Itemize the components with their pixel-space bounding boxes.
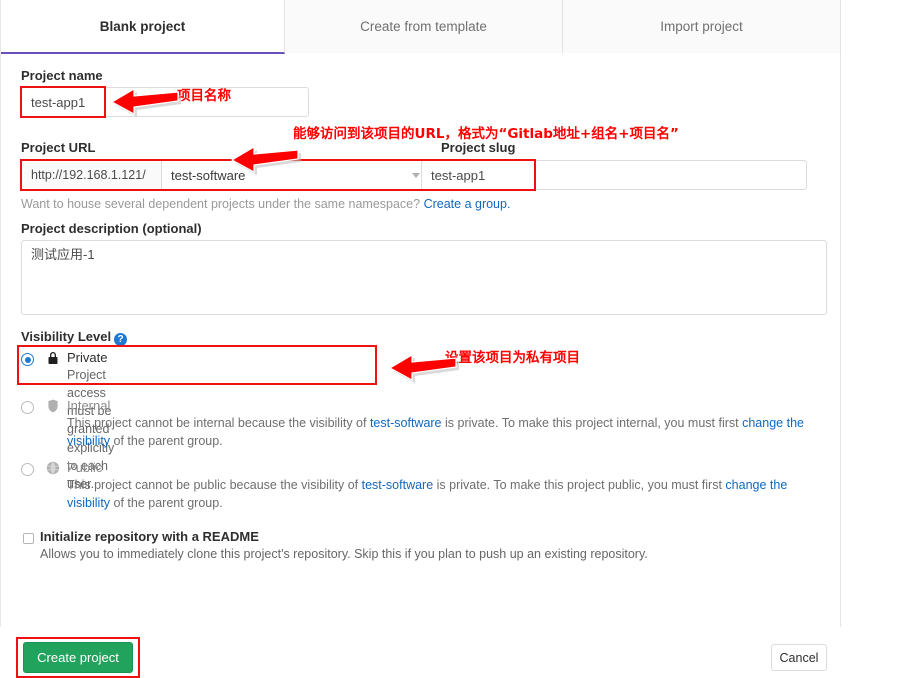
tab-blank-project-label: Blank project (99, 18, 186, 34)
internal-desc-part1: This project cannot be internal because … (67, 416, 370, 430)
visibility-desc-internal: This project cannot be internal because … (67, 414, 811, 450)
tab-create-from-template[interactable]: Create from template (285, 0, 563, 53)
namespace-select-value: test-software (171, 167, 246, 183)
visibility-title-public: Public (67, 460, 103, 475)
tab-import-project-label: Import project (660, 19, 743, 34)
project-type-tabs: Blank project Create from template Impor… (1, 0, 841, 54)
content-panel: Blank project Create from template Impor… (1, 0, 841, 678)
project-description-input[interactable]: 测试应用-1 (21, 240, 827, 315)
internal-desc-part2: is private. To make this project interna… (441, 416, 743, 430)
visibility-radio-public[interactable] (21, 463, 34, 476)
project-slug-label: Project slug (441, 140, 516, 155)
shield-icon (45, 398, 61, 414)
project-url-prefix: http://192.168.1.121/ (21, 160, 161, 190)
project-name-input[interactable] (21, 87, 309, 117)
public-desc-part1: This project cannot be public because th… (67, 478, 362, 492)
annotation-visibility: 设置该项目为私有项目 (445, 350, 580, 366)
question-mark-icon[interactable]: ? (114, 333, 128, 346)
internal-desc-part3: of the parent group. (110, 434, 223, 449)
new-project-page: Blank project Create from template Impor… (0, 0, 918, 678)
create-project-button[interactable]: Create project (23, 642, 133, 673)
public-desc-part2: is private. To make this project public,… (433, 478, 726, 492)
visibility-level-label-text: Visibility Level (21, 329, 112, 344)
tab-create-from-template-label: Create from template (360, 19, 487, 34)
annotation-project-url: 能够访问到该项目的URL，格式为“Gitlab地址+组名+项目名” (293, 126, 679, 142)
project-description-label: Project description (optional) (21, 221, 202, 236)
cancel-button[interactable]: Cancel (771, 644, 827, 671)
visibility-level-label: Visibility Level? (21, 329, 128, 346)
internal-group-link[interactable]: test-software (370, 416, 442, 430)
globe-icon (45, 460, 61, 476)
project-url-label: Project URL (21, 140, 96, 155)
tab-import-project[interactable]: Import project (563, 0, 841, 53)
annotation-project-name: 项目名称 (177, 88, 231, 104)
lock-icon (45, 350, 61, 366)
project-slug-input[interactable] (421, 160, 807, 190)
public-desc-part3: of the parent group. (110, 496, 223, 511)
chevron-down-icon (412, 172, 420, 178)
create-a-group-link[interactable]: Create a group. (424, 197, 511, 211)
namespace-hint-text: Want to house several dependent projects… (21, 197, 421, 211)
visibility-desc-public: This project cannot be public because th… (67, 476, 811, 512)
project-url-row: http://192.168.1.121/ test-software (21, 160, 431, 190)
tab-blank-project[interactable]: Blank project (1, 0, 285, 54)
namespace-select[interactable]: test-software (161, 160, 431, 190)
visibility-title-internal: Internal (67, 398, 111, 413)
namespace-hint: Want to house several dependent projects… (21, 197, 510, 211)
project-name-label: Project name (21, 68, 103, 83)
visibility-radio-internal[interactable] (21, 401, 34, 414)
initialize-readme-checkbox[interactable] (23, 533, 34, 544)
visibility-title-private: Private (67, 350, 108, 365)
initialize-readme-label: Initialize repository with a README (40, 529, 259, 544)
public-group-link[interactable]: test-software (362, 478, 434, 492)
initialize-readme-description: Allows you to immediately clone this pro… (40, 547, 648, 561)
visibility-radio-private[interactable] (21, 353, 34, 366)
